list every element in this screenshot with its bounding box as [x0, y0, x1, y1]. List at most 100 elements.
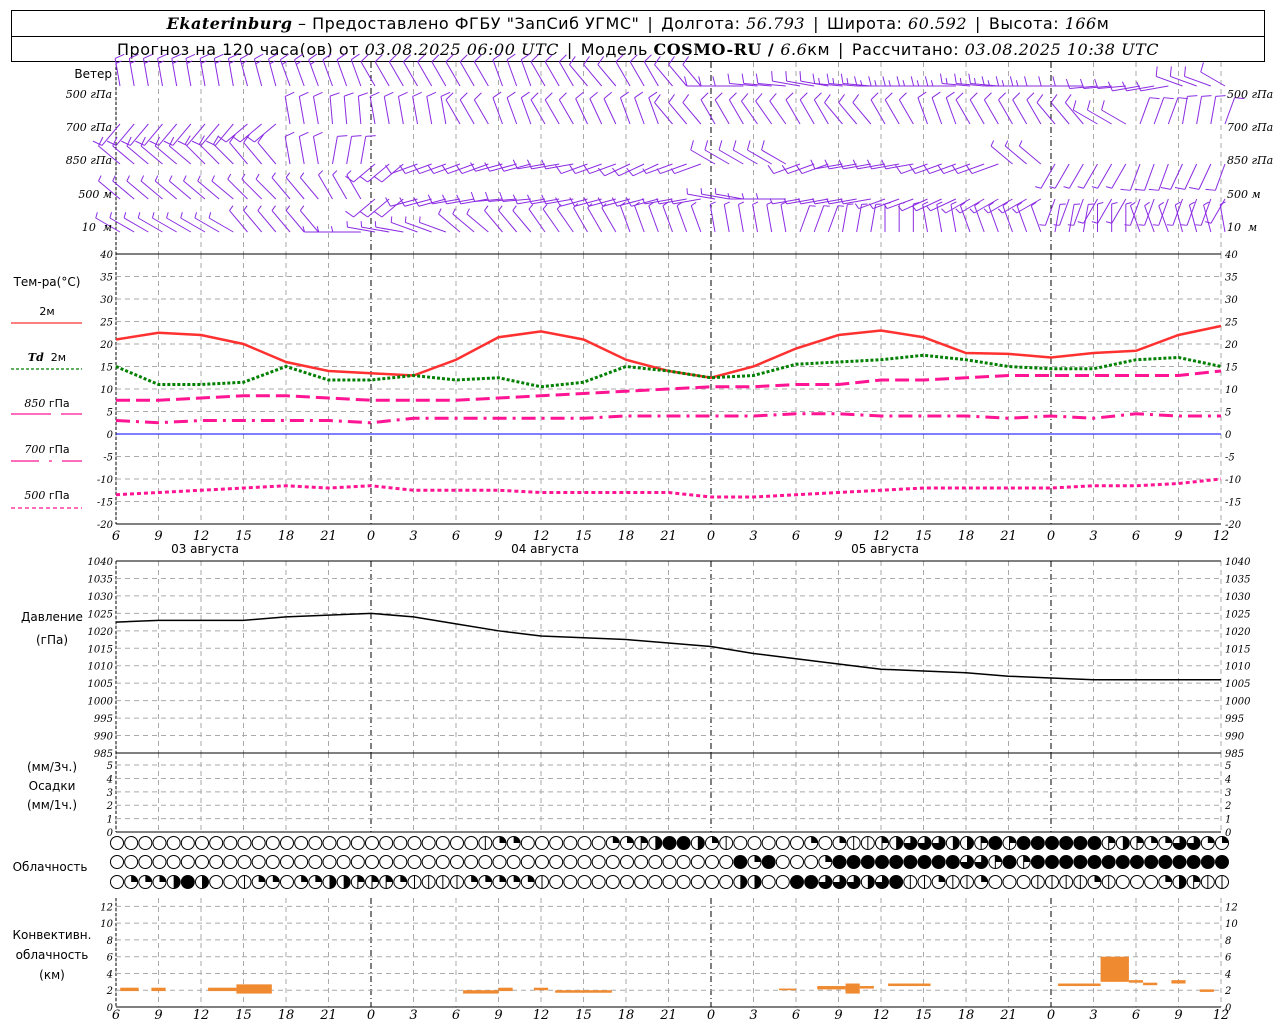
wind-barb-flag — [399, 165, 406, 174]
cloud-fill — [804, 875, 818, 889]
cloud-fill — [145, 875, 152, 882]
cloud-circle — [577, 855, 592, 869]
cloud-cover-symbol — [889, 836, 904, 850]
wind-barb-flag — [1148, 188, 1159, 191]
wind-barb-flag — [809, 205, 816, 207]
wind-barb-flag — [299, 131, 309, 137]
wind-barb — [383, 91, 394, 125]
cloud-cover-symbol — [478, 875, 493, 889]
cloud-cover-symbol — [875, 875, 889, 889]
wind-barb-staff — [254, 123, 277, 143]
cloud-cover-symbol — [648, 875, 663, 889]
wind-barb-flag — [544, 54, 553, 63]
cloud-fill — [258, 875, 266, 882]
y-tick-label-right: 25 — [1224, 318, 1238, 329]
temp-title: Тем-ра(°С) — [13, 275, 81, 289]
cloud-cover-symbol — [195, 836, 209, 850]
wind-barb-flag — [823, 205, 830, 207]
wind-barb-flag — [826, 73, 830, 84]
wind-barb-flag — [360, 54, 369, 63]
cloud-circle — [450, 855, 464, 869]
wind-barb-flag — [271, 205, 276, 211]
cloud-cover-symbol — [620, 855, 634, 869]
wind-barb — [308, 53, 319, 87]
wind-barb-staff — [1026, 99, 1042, 125]
legend-850: 850 гПа — [24, 397, 69, 410]
cloud-cover-symbol — [648, 836, 663, 850]
cloud-cover-symbol — [265, 836, 280, 850]
wind-barb — [556, 204, 574, 233]
cloud-cover-symbol — [549, 836, 564, 850]
wind-barb-flag — [799, 71, 802, 82]
wind-barb-flag — [868, 76, 872, 87]
wind-barb-flag — [359, 175, 369, 183]
cloud-circle — [195, 855, 209, 869]
y-tick-label: -5 — [103, 453, 113, 464]
cloud-circle — [393, 836, 408, 850]
wind-barb-flag — [296, 60, 302, 65]
wind-barb-flag — [951, 165, 959, 174]
cloud-fill — [1193, 875, 1201, 882]
wind-barb-flag — [643, 54, 652, 63]
wind-barb-flag — [1105, 186, 1112, 189]
wind-barb-flag — [924, 76, 929, 87]
wind-barb-staff — [1158, 205, 1169, 233]
cloud-circle — [1130, 875, 1144, 889]
cloud-cover-symbol — [138, 836, 153, 850]
cloud-cover-symbol — [308, 875, 323, 889]
wind-barb-flag — [284, 91, 295, 97]
cloud-cover-symbol — [775, 875, 790, 889]
cloud-cover-symbol — [1158, 855, 1173, 869]
wind-barb-staff — [741, 100, 758, 125]
y-tick-label-right: 1040 — [1225, 557, 1251, 568]
cloud-cover-symbol — [775, 836, 790, 850]
cloud-circle — [237, 855, 252, 869]
cloud-cover-symbol — [903, 855, 918, 869]
wind-barb-flag — [115, 60, 122, 64]
wind-barb-staff — [1019, 145, 1042, 165]
wind-barb — [369, 91, 380, 125]
cloud-cover-symbol — [166, 855, 181, 869]
wind-barb-flag — [1049, 186, 1056, 189]
conv-unit: (км) — [39, 968, 65, 982]
wind-barb — [737, 201, 745, 233]
wind-barb-staff — [417, 61, 433, 87]
cloud-circle — [690, 875, 705, 889]
cloud-fill — [1137, 836, 1144, 843]
wind-barb-flag — [390, 216, 393, 223]
y-tick-label-right: 1035 — [1225, 574, 1250, 585]
cloud-cover-symbol — [124, 855, 139, 869]
wind-barb-flag — [738, 201, 745, 205]
time-tick-label-bottom: 12 — [1213, 1008, 1230, 1023]
cloud-circle — [761, 836, 776, 850]
wind-barb-flag — [351, 135, 362, 137]
cloud-cover-symbol — [1130, 836, 1144, 850]
cloud-cover-symbol — [846, 875, 861, 889]
y-tick-label-right: 1015 — [1225, 644, 1250, 655]
wind-barb-flag — [936, 201, 943, 205]
time-tick-label: 0 — [367, 529, 375, 544]
time-tick-label: 9 — [494, 529, 502, 544]
cloud-circle — [648, 855, 663, 869]
y-tick-label: 1030 — [88, 592, 114, 603]
cloud-fill — [889, 875, 903, 889]
y-tick-label-right: 1005 — [1225, 679, 1250, 690]
legend-700: 700 гПа — [24, 443, 69, 456]
meteogram: 40 4035 3530 3025 2520 2015 1510 105 50 0-5 -5-10-… — [11, 53, 1251, 1023]
cloud-cover-symbol — [1215, 855, 1229, 869]
y-tick-label-right: 10 — [1225, 385, 1238, 396]
wind-barb — [1097, 202, 1104, 232]
cloud-cover-symbol — [308, 836, 323, 850]
cloud-cover-symbol — [1073, 875, 1088, 889]
time-tick-label-bottom: 21 — [319, 1008, 337, 1023]
y-tick-label: 5 — [107, 761, 113, 772]
wind-barb-flag — [197, 175, 201, 182]
cloud-fill — [527, 875, 535, 882]
cloud-cover-symbol — [1087, 875, 1102, 889]
cloud-cover-symbol — [960, 855, 974, 869]
wind-barb-flag — [1015, 80, 1019, 87]
wind-barb — [312, 91, 323, 125]
wind-barb-flag — [898, 92, 907, 101]
y-tick-label: 1010 — [88, 662, 114, 673]
wind-barb-flag — [634, 91, 644, 99]
